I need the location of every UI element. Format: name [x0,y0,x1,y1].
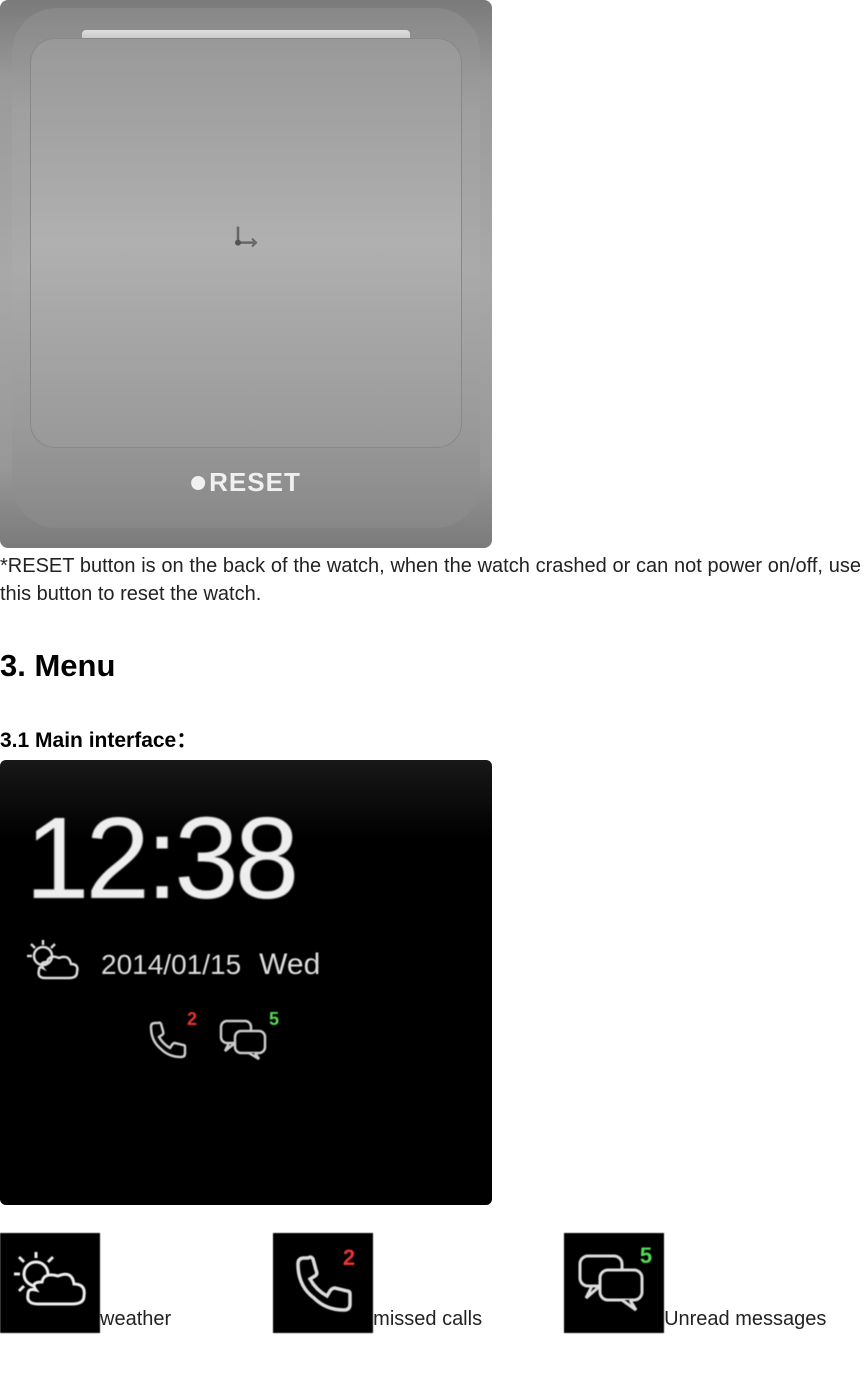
watch-screen: 12:38 2014/01/15 Wed 2 [25,800,467,1145]
watch-back-body: RESET [12,8,480,528]
reset-dot-icon [191,476,205,490]
weather-icon [25,938,83,991]
chat-icon: 5 [564,1233,664,1333]
date-row: 2014/01/15 Wed [25,938,467,991]
section-3-1-heading: 3.1 Main interface： [0,724,865,754]
legend-item-weather: weather [0,1233,171,1333]
phone-icon: 2 [273,1233,373,1333]
watch-front-image: 12:38 2014/01/15 Wed 2 [0,760,492,1205]
missed-calls-badge: 2 [187,1009,197,1030]
watch-back-image: RESET [0,0,492,548]
missed-calls-badge: 2 [343,1245,355,1271]
date-text: 2014/01/15 [101,949,241,981]
reset-text: RESET [209,467,301,498]
legend-item-missed-calls: 2 missed calls [273,1233,482,1333]
legend-missed-calls-label: missed calls [373,1308,482,1333]
reset-label: RESET [191,467,301,498]
day-text: Wed [259,948,320,982]
reset-note-text: *RESET button is on the back of the watc… [0,552,865,608]
phone-icon: 2 [145,1017,189,1066]
section-3-heading: 3. Menu [0,648,865,684]
legend-item-unread-messages: 5 Unread messages [564,1233,826,1333]
unread-messages-badge: 5 [269,1009,279,1030]
legend-weather-label: weather [100,1308,171,1333]
weather-icon [0,1233,100,1333]
unread-messages-badge: 5 [640,1243,652,1269]
notification-icons-row: 2 5 [145,1017,467,1066]
watch-back-cover [30,38,462,448]
legend-unread-messages-label: Unread messages [664,1308,826,1333]
legend-row: weather 2 missed calls 5 Unread messages [0,1233,865,1333]
time-display: 12:38 [25,800,467,916]
chat-icon: 5 [217,1017,269,1066]
center-mark-icon [228,217,264,261]
